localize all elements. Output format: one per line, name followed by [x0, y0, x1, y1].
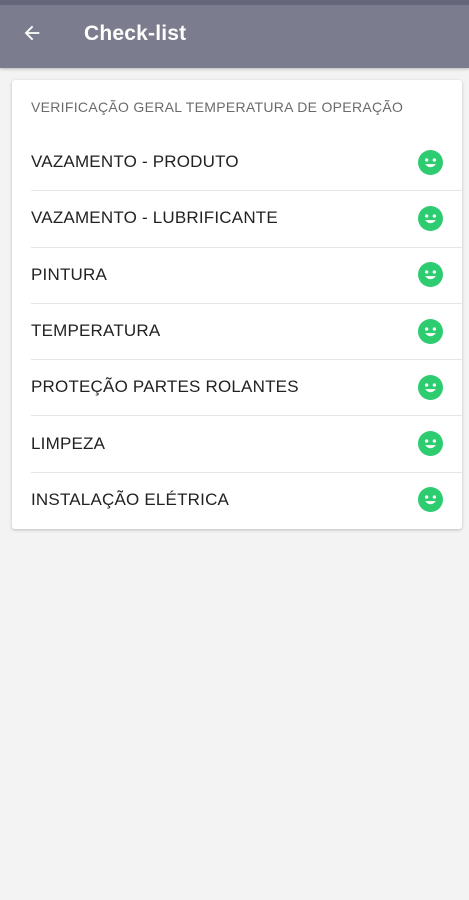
smile-icon[interactable] [418, 205, 443, 231]
checklist-item-label: VAZAMENTO - LUBRIFICANTE [31, 208, 278, 228]
checklist-item-limpeza[interactable]: LIMPEZA [12, 415, 462, 471]
checklist-item-instalacao-eletrica[interactable]: INSTALAÇÃO ELÉTRICA [12, 471, 462, 528]
checklist-item-vazamento-produto[interactable]: VAZAMENTO - PRODUTO [12, 134, 462, 190]
checklist-item-vazamento-lubrificante[interactable]: VAZAMENTO - LUBRIFICANTE [12, 190, 462, 246]
checklist-item-temperatura[interactable]: TEMPERATURA [12, 302, 462, 359]
arrow-left-icon [21, 22, 43, 49]
back-button[interactable] [14, 17, 50, 53]
smile-icon[interactable] [418, 262, 443, 288]
smile-icon[interactable] [418, 374, 443, 400]
smile-icon[interactable] [418, 487, 443, 513]
page-title: Check-list [84, 22, 187, 45]
checklist-item-label: PINTURA [31, 264, 108, 284]
smile-icon[interactable] [418, 431, 443, 457]
checklist-item-label: PROTEÇÃO PARTES ROLANTES [31, 377, 299, 397]
checklist: VAZAMENTO - PRODUTO VAZAMENTO - LUBRIFIC… [12, 134, 462, 528]
smile-icon[interactable] [418, 149, 443, 175]
checklist-card: VERIFICAÇÃO GERAL TEMPERATURA DE OPERAÇÃ… [12, 80, 462, 529]
card-header: VERIFICAÇÃO GERAL TEMPERATURA DE OPERAÇÃ… [31, 99, 404, 115]
smile-icon[interactable] [418, 318, 443, 344]
checklist-item-pintura[interactable]: PINTURA [12, 246, 462, 303]
checklist-item-protecao-partes-rolantes[interactable]: PROTEÇÃO PARTES ROLANTES [12, 359, 462, 415]
checklist-screen: Check-list VERIFICAÇÃO GERAL TEMPERATURA… [0, 0, 469, 900]
checklist-item-label: LIMPEZA [31, 433, 106, 453]
checklist-item-label: TEMPERATURA [31, 321, 161, 341]
app-bar: Check-list [0, 0, 469, 68]
checklist-item-label: INSTALAÇÃO ELÉTRICA [31, 489, 230, 509]
checklist-item-label: VAZAMENTO - PRODUTO [31, 152, 239, 172]
